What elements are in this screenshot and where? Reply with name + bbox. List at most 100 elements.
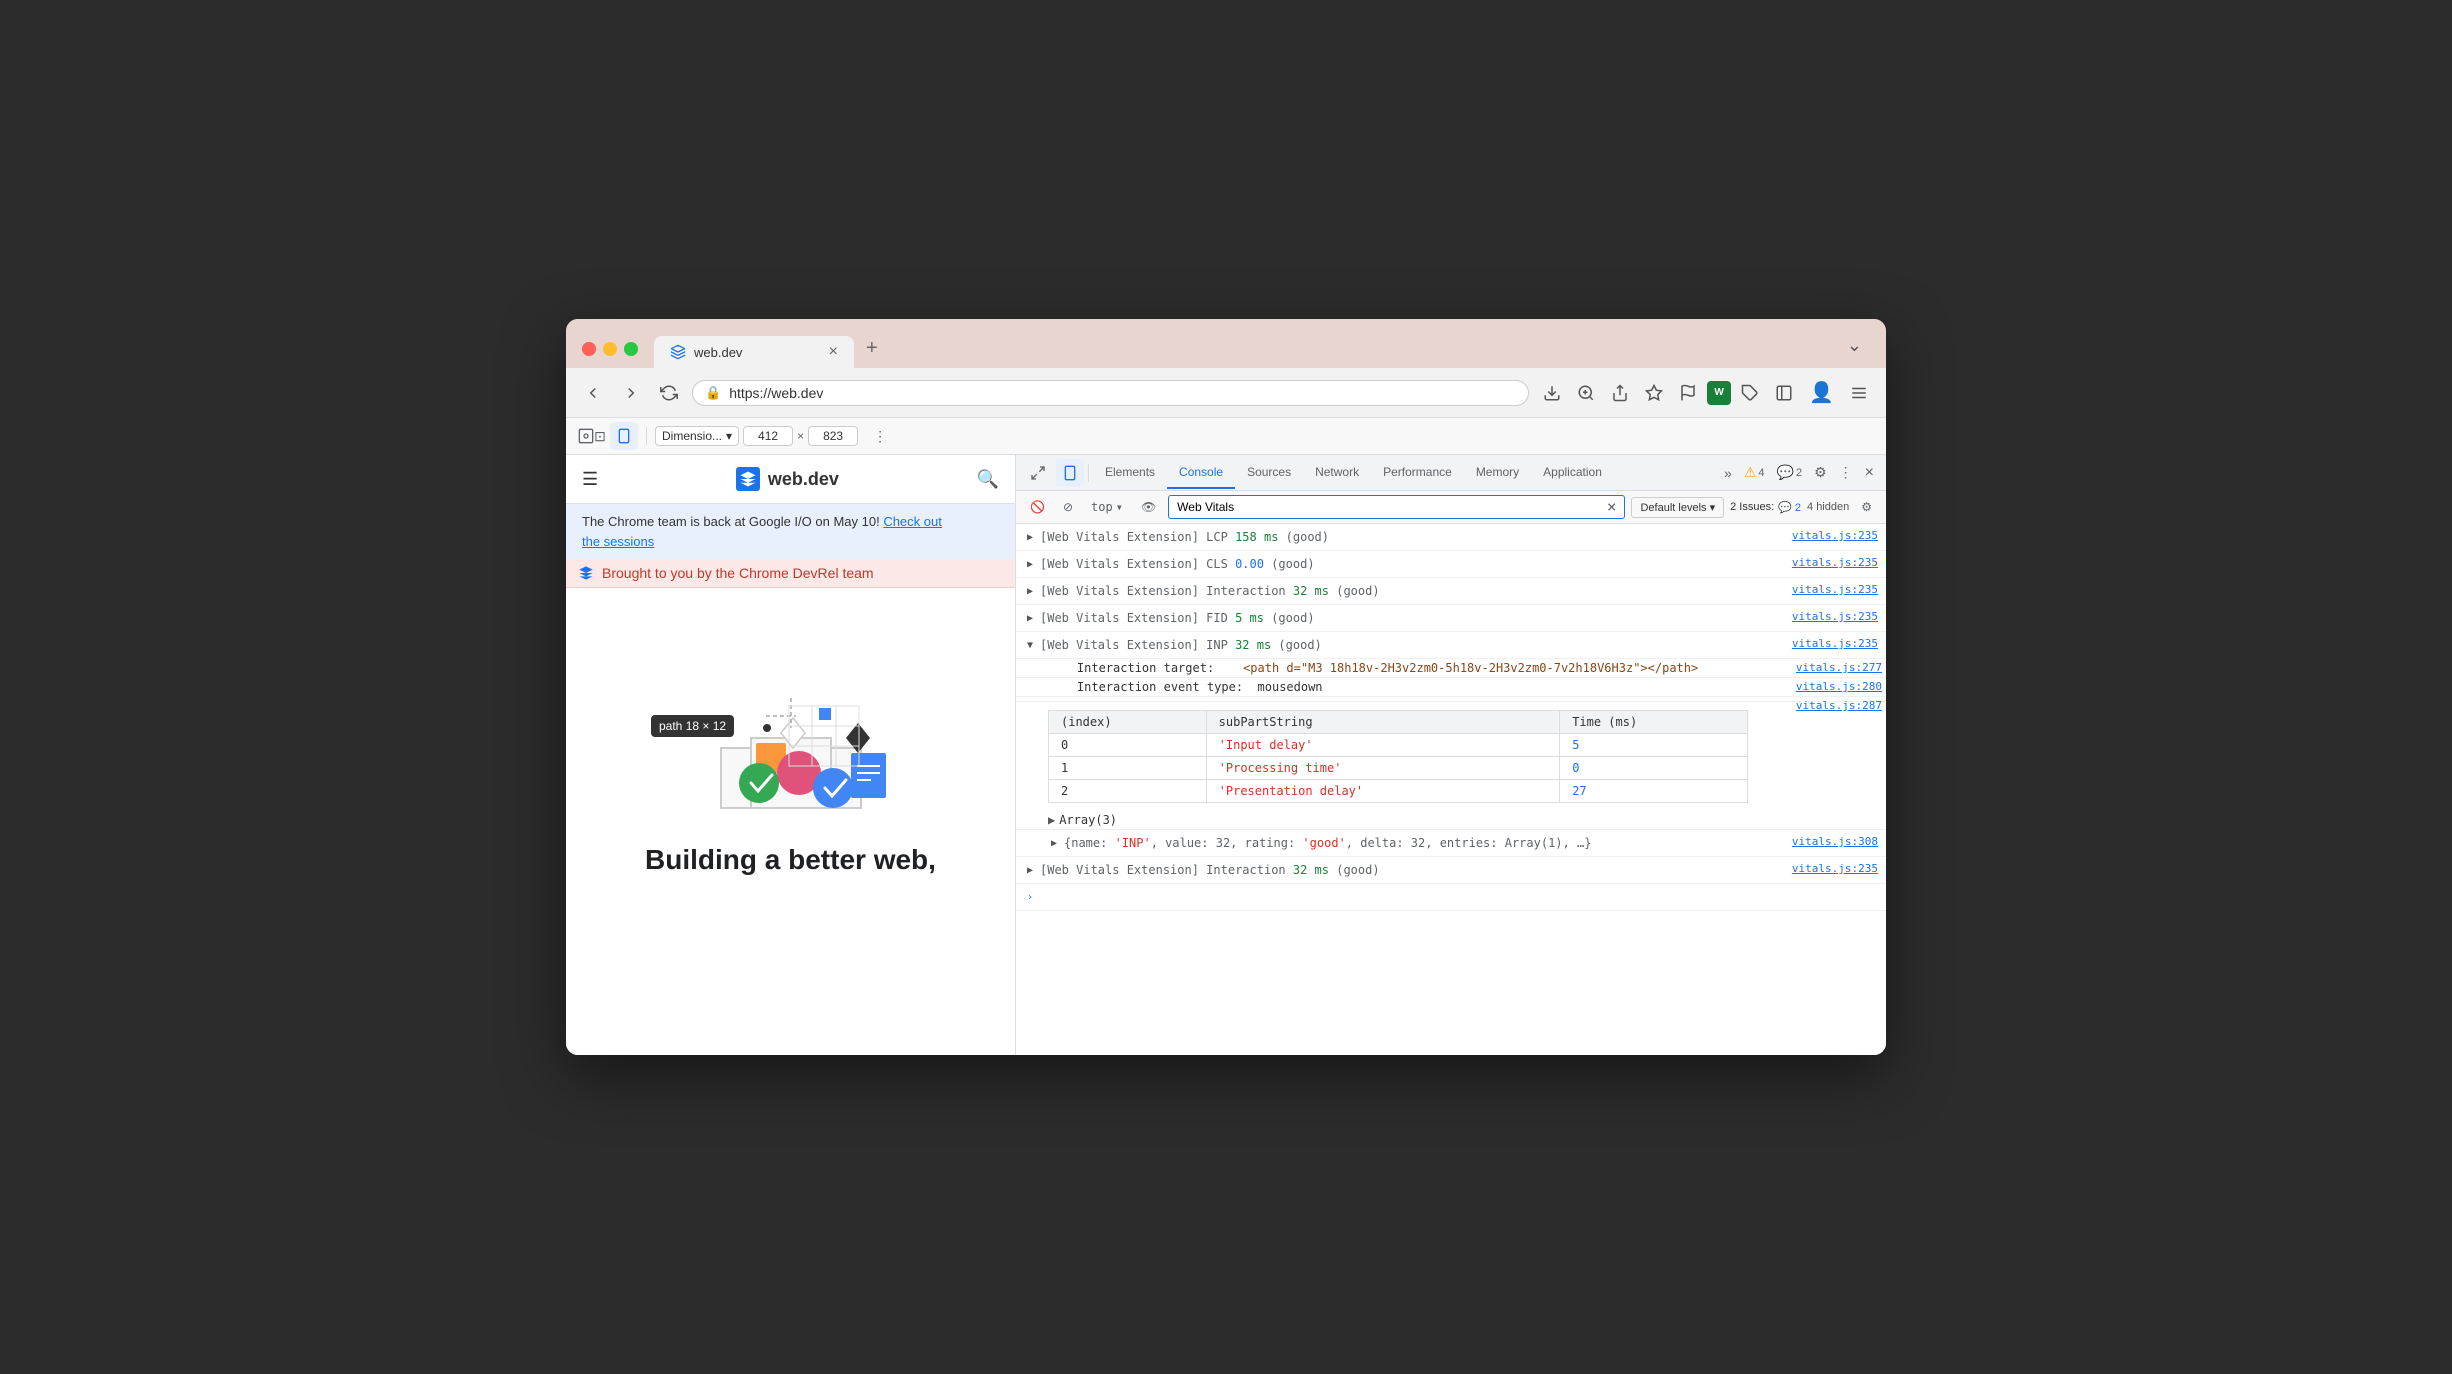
download-button[interactable] (1537, 380, 1567, 406)
prompt-content[interactable] (1040, 888, 1878, 906)
chat-badge-button[interactable]: 💬2 (1773, 460, 1807, 485)
lcp-source[interactable]: vitals.js:235 (1792, 528, 1878, 545)
inp-source[interactable]: vitals.js:235 (1792, 636, 1878, 653)
width-input[interactable] (743, 426, 793, 446)
device-toggle-button[interactable] (610, 422, 638, 450)
dimension-separator: × (797, 429, 804, 443)
browser-window: web.dev × + ⌄ 🔒 https://web.dev (566, 319, 1886, 1055)
tab-performance[interactable]: Performance (1371, 457, 1464, 489)
devtools-tabs: Elements Console Sources Network Perform… (1016, 455, 1886, 491)
inp-target-source[interactable]: vitals.js:277 (1796, 661, 1882, 674)
lcp-content: [Web Vitals Extension] LCP 158 ms (good) (1040, 528, 1792, 546)
col-time: Time (ms) (1560, 711, 1748, 734)
height-input[interactable] (808, 426, 858, 446)
array-toggle[interactable]: ▶ (1048, 813, 1055, 827)
page-header: ☰ web.dev 🔍 (566, 455, 1015, 504)
col-index: (index) (1049, 711, 1207, 734)
interaction-source[interactable]: vitals.js:235 (1792, 582, 1878, 599)
console-entry-interaction: ▶ [Web Vitals Extension] Interaction 32 … (1016, 578, 1886, 605)
announcement-link[interactable]: Check outthe sessions (582, 514, 942, 549)
profile-button[interactable]: 👤 (1803, 376, 1840, 409)
tab-close-button[interactable]: × (829, 344, 838, 360)
bookmark-button[interactable] (1639, 380, 1669, 406)
table-row-2: 2 'Presentation delay' 27 (1049, 780, 1748, 803)
url-text: https://web.dev (729, 385, 1516, 401)
fid-source[interactable]: vitals.js:235 (1792, 609, 1878, 626)
interaction2-source[interactable]: vitals.js:235 (1792, 861, 1878, 878)
reload-button[interactable] (654, 380, 684, 406)
fid-toggle[interactable]: ▶ (1024, 611, 1036, 626)
extension-green-button[interactable]: W (1707, 381, 1731, 405)
interaction2-toggle[interactable]: ▶ (1024, 863, 1036, 878)
devtools-close-button[interactable]: × (1861, 460, 1878, 486)
new-tab-button[interactable]: + (858, 333, 886, 368)
console-gear-button[interactable]: ⚙ (1855, 497, 1878, 517)
console-filter-button[interactable]: ⊘ (1057, 497, 1079, 517)
address-bar[interactable]: 🔒 https://web.dev (692, 380, 1529, 406)
search-icon[interactable]: 🔍 (977, 469, 999, 490)
devtools-device-toggle[interactable] (1056, 459, 1084, 487)
cls-source[interactable]: vitals.js:235 (1792, 555, 1878, 572)
inp-extra-source[interactable]: vitals.js:287 (1796, 699, 1882, 712)
title-bar: web.dev × + ⌄ (566, 319, 1886, 368)
object-source[interactable]: vitals.js:308 (1792, 834, 1878, 851)
sidebar-button[interactable] (1769, 380, 1799, 406)
console-search-clear-button[interactable]: × (1607, 499, 1617, 515)
active-tab[interactable]: web.dev × (654, 336, 854, 368)
console-search-field[interactable]: × (1168, 495, 1625, 519)
console-clear-button[interactable]: 🚫 (1024, 497, 1051, 517)
prompt-icon: › (1024, 890, 1036, 905)
tab-application[interactable]: Application (1531, 457, 1614, 489)
default-levels-button[interactable]: Default levels ▾ (1631, 497, 1724, 518)
inspect-element-button[interactable]: ⊡ (578, 422, 606, 450)
zoom-button[interactable] (1571, 380, 1601, 406)
tab-elements[interactable]: Elements (1093, 457, 1167, 489)
dimension-preset-select[interactable]: Dimensio... ▾ (655, 426, 739, 446)
devtools-settings-button[interactable]: ⚙ (1810, 460, 1831, 485)
chrome-menu-button[interactable] (1844, 380, 1874, 406)
more-tabs-button[interactable]: » (1720, 461, 1736, 485)
lcp-toggle[interactable]: ▶ (1024, 530, 1036, 545)
inp-toggle[interactable]: ▼ (1024, 638, 1036, 653)
console-entry-interaction-2: ▶ [Web Vitals Extension] Interaction 32 … (1016, 857, 1886, 884)
close-traffic-light[interactable] (582, 342, 596, 356)
main-content: path 18 × 12 ☰ web.dev 🔍 The Chrome tea (566, 455, 1886, 1055)
inp-event-source[interactable]: vitals.js:280 (1796, 680, 1882, 693)
extensions-button[interactable] (1735, 380, 1765, 406)
warning-badge-button[interactable]: ⚠4 (1740, 460, 1769, 485)
console-eye-button[interactable]: 👁 (1135, 497, 1162, 517)
table-row-1: 1 'Processing time' 0 (1049, 757, 1748, 780)
flag-button[interactable] (1673, 380, 1703, 406)
minimize-traffic-light[interactable] (603, 342, 617, 356)
tab-network[interactable]: Network (1303, 457, 1371, 489)
inp-target-line: Interaction target: <path d="M3 18h18v-2… (1016, 659, 1886, 678)
hamburger-icon[interactable]: ☰ (582, 469, 598, 490)
devtools-inspect-toggle[interactable] (1024, 459, 1052, 487)
page-panel: path 18 × 12 ☰ web.dev 🔍 The Chrome tea (566, 455, 1016, 1055)
tab-memory[interactable]: Memory (1464, 457, 1531, 489)
separator-1 (646, 427, 647, 445)
share-button[interactable] (1605, 380, 1635, 406)
devtools-left-icons: ⊡ (578, 422, 638, 450)
back-button[interactable] (578, 380, 608, 406)
page-logo: web.dev (736, 467, 839, 491)
interaction-content: [Web Vitals Extension] Interaction 32 ms… (1040, 582, 1792, 600)
hero-title: Building a better web, (645, 844, 936, 876)
tab-console[interactable]: Console (1167, 457, 1235, 489)
interaction-toggle[interactable]: ▶ (1024, 584, 1036, 599)
object-toggle[interactable]: ▶ (1048, 836, 1060, 851)
console-search-input[interactable] (1177, 500, 1607, 514)
devtools-more-button[interactable]: ⋮ (1835, 460, 1857, 485)
forward-button[interactable] (616, 380, 646, 406)
maximize-traffic-light[interactable] (624, 342, 638, 356)
cell-sub-0: 'Input delay' (1206, 734, 1560, 757)
col-subpart: subPartString (1206, 711, 1560, 734)
console-context-select[interactable]: top ▾ (1085, 497, 1129, 517)
devtools-tab-separator (1088, 464, 1089, 482)
tab-more-button[interactable]: ⌄ (1839, 331, 1870, 368)
cell-time-1: 0 (1560, 757, 1748, 780)
devtools-bar-more-button[interactable]: ⋮ (866, 422, 894, 450)
tab-sources[interactable]: Sources (1235, 457, 1303, 489)
cls-toggle[interactable]: ▶ (1024, 557, 1036, 572)
inp-event-type-line: Interaction event type: mousedown vitals… (1016, 678, 1886, 697)
